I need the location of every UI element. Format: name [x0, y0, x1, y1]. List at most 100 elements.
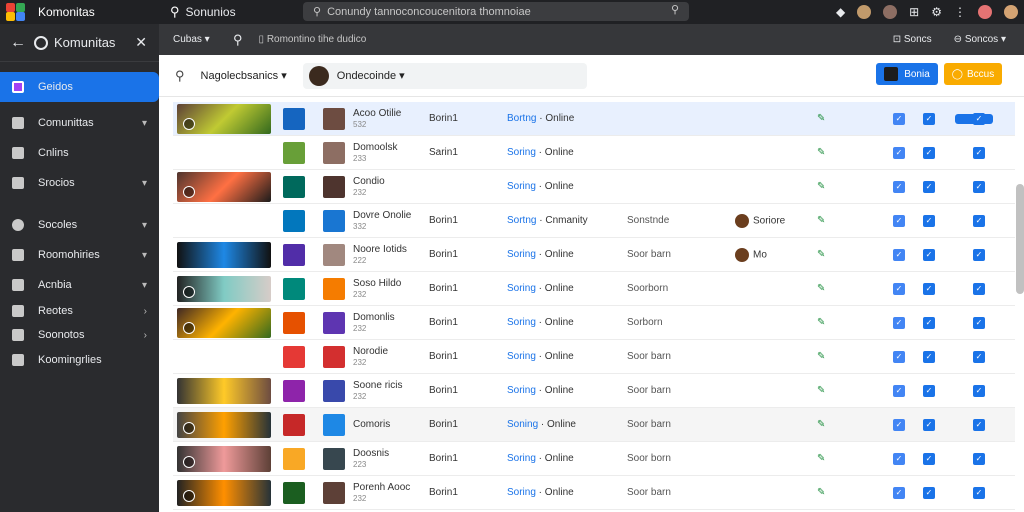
game-thumbnail[interactable] — [177, 275, 271, 302]
checkbox[interactable]: ✓ — [973, 486, 985, 499]
game-thumbnail[interactable] — [177, 307, 271, 338]
row-name[interactable]: Soso Hildo 232 — [353, 278, 429, 300]
edit-icon[interactable]: ✎ — [817, 419, 825, 430]
checkbox[interactable]: ✓ — [893, 350, 905, 363]
edit-icon[interactable]: ✎ — [817, 487, 825, 498]
play-icon[interactable] — [183, 321, 195, 334]
table-row[interactable]: Comoris Borin1 Soning · Online Soor barn ✎ ✓ ✓… — [173, 408, 1015, 442]
row-name[interactable]: Domonlis 232 — [353, 312, 429, 334]
table-row[interactable]: Porenh Aooc 232 Borin1 Soring · Online Soor … — [173, 476, 1015, 510]
table-row[interactable]: Domoolsk 233 Sarin1 Soring · Online ✎ ✓ ✓ ✓ — [173, 136, 1015, 170]
edit-icon[interactable]: ✎ — [817, 385, 825, 396]
checkbox[interactable]: ✓ — [923, 316, 935, 329]
game-thumbnail[interactable] — [177, 171, 271, 202]
checkbox[interactable]: ✓ — [923, 180, 935, 193]
sidebar-item-communities[interactable]: Comunittas ▾ — [0, 108, 159, 138]
avatar[interactable] — [857, 5, 872, 19]
subbar-link[interactable]: ⊡ Soncs — [893, 34, 932, 45]
user-select[interactable]: Ondecoinde ▾ — [302, 62, 587, 89]
checkbox[interactable]: ✓ — [973, 248, 985, 261]
checkbox[interactable]: ✓ — [923, 112, 935, 125]
checkbox[interactable]: ✓ — [893, 282, 905, 295]
checkbox[interactable]: ✓ — [973, 384, 985, 397]
row-name[interactable]: Comoris — [353, 419, 429, 430]
checkbox[interactable]: ✓ — [923, 350, 935, 363]
avatar[interactable] — [978, 5, 992, 19]
game-thumbnail[interactable] — [177, 377, 271, 404]
sidebar-item-sources[interactable]: Soonotos › — [0, 322, 159, 348]
sidebar-item-acnbia[interactable]: Acnbia ▾ — [0, 270, 159, 300]
game-thumbnail[interactable] — [177, 103, 271, 134]
table-row[interactable]: Noore Iotids 222 Borin1 Soring · Online Soor… — [173, 238, 1015, 272]
search-icon[interactable]: ⚲ — [170, 4, 180, 20]
game-thumbnail[interactable] — [177, 241, 271, 268]
sidebar-item-reports[interactable]: Reotes › — [0, 300, 159, 322]
play-icon[interactable] — [183, 489, 195, 502]
checkbox[interactable]: ✓ — [923, 146, 935, 159]
checkbox[interactable]: ✓ — [893, 180, 905, 193]
search-icon[interactable]: ⚲ — [175, 68, 185, 84]
checkbox[interactable]: ✓ — [923, 418, 935, 431]
edit-icon[interactable]: ✎ — [817, 317, 825, 328]
table-row[interactable]: Soone ricis 232 Borin1 Soring · Online Soor … — [173, 374, 1015, 408]
play-icon[interactable] — [183, 185, 195, 198]
play-icon[interactable] — [183, 117, 195, 130]
checkbox[interactable]: ✓ — [973, 146, 985, 159]
table-row[interactable]: Acoo Otilie 532 Borin1 Bortng · Online ✎ ✓ ✓ ✓ — [173, 102, 1015, 136]
primary-button[interactable]: Bonia — [876, 63, 938, 85]
play-icon[interactable] — [183, 285, 195, 298]
category-dropdown[interactable]: Nagolecbsanics ▾ — [201, 69, 287, 82]
checkbox[interactable]: ✓ — [893, 112, 905, 125]
top-link[interactable]: Sonunios — [186, 5, 286, 19]
checkbox[interactable]: ✓ — [893, 452, 905, 465]
sidebar-item-services[interactable]: Srocios ▾ — [0, 168, 159, 198]
play-icon[interactable] — [183, 455, 195, 468]
row-name[interactable]: Acoo Otilie 532 — [353, 108, 429, 130]
game-thumbnail[interactable] — [177, 445, 271, 472]
search-icon[interactable]: ⚲ — [233, 32, 243, 48]
sidebar-item-guides[interactable]: Geidos — [0, 72, 159, 102]
secondary-button[interactable]: ◯ Bccus — [944, 63, 1002, 85]
table-row[interactable]: Domonlis 232 Borin1 Soring · Online Sorborn ✎… — [173, 306, 1015, 340]
edit-icon[interactable]: ✎ — [817, 453, 825, 464]
edit-icon[interactable]: ✎ — [817, 249, 825, 260]
table-row[interactable]: Norodie 232 Borin1 Soring · Online Soor barn… — [173, 340, 1015, 374]
sidebar-item-online[interactable]: Cnlins — [0, 138, 159, 168]
avatar[interactable] — [1004, 5, 1018, 19]
checkbox[interactable]: ✓ — [923, 282, 935, 295]
extensions-icon[interactable]: ⊞ — [909, 5, 919, 19]
subbar-link[interactable]: ⊖ Soncos ▾ — [954, 34, 1006, 45]
checkbox[interactable]: ✓ — [973, 350, 985, 363]
row-name[interactable]: Condio 232 — [353, 176, 429, 198]
checkbox[interactable]: ✓ — [893, 248, 905, 261]
table-row[interactable]: Dovre Onolie 332 Borin1 Sortng · Cnmanity So… — [173, 204, 1015, 238]
row-name[interactable]: Noore Iotids 222 — [353, 244, 429, 266]
edit-icon[interactable]: ✎ — [817, 215, 825, 226]
checkbox[interactable]: ✓ — [923, 452, 935, 465]
checkbox[interactable]: ✓ — [923, 486, 935, 499]
row-name[interactable]: Dovre Onolie 332 — [353, 210, 429, 232]
row-name[interactable]: Doosnis 223 — [353, 448, 429, 470]
checkbox[interactable]: ✓ — [893, 486, 905, 499]
checkbox[interactable]: ✓ — [893, 214, 905, 227]
close-icon[interactable]: ✕ — [135, 34, 147, 51]
checkbox[interactable]: ✓ — [923, 384, 935, 397]
edit-icon[interactable]: ✎ — [817, 113, 825, 124]
table-row[interactable]: Soso Hildo 232 Borin1 Soring · Online Soorbo… — [173, 272, 1015, 306]
checkbox[interactable]: ✓ — [973, 418, 985, 431]
row-name[interactable]: Porenh Aooc 232 — [353, 482, 429, 504]
checkbox[interactable]: ✓ — [973, 282, 985, 295]
checkbox[interactable]: ✓ — [973, 214, 985, 227]
back-arrow-icon[interactable]: ← — [10, 34, 34, 52]
row-name[interactable]: Domoolsk 233 — [353, 142, 429, 164]
edit-icon[interactable]: ✎ — [817, 351, 825, 362]
checkbox[interactable]: ✓ — [923, 248, 935, 261]
row-name[interactable]: Soone ricis 232 — [353, 380, 429, 402]
checkbox[interactable]: ✓ — [893, 384, 905, 397]
sidebar-item-koomingrlies[interactable]: Koomingrlies — [0, 348, 159, 372]
play-icon[interactable] — [183, 421, 195, 434]
checkbox[interactable]: ✓ — [893, 316, 905, 329]
checkbox[interactable]: ✓ — [893, 418, 905, 431]
edit-icon[interactable]: ✎ — [817, 147, 825, 158]
lens-icon[interactable]: ⚲ — [671, 3, 679, 16]
